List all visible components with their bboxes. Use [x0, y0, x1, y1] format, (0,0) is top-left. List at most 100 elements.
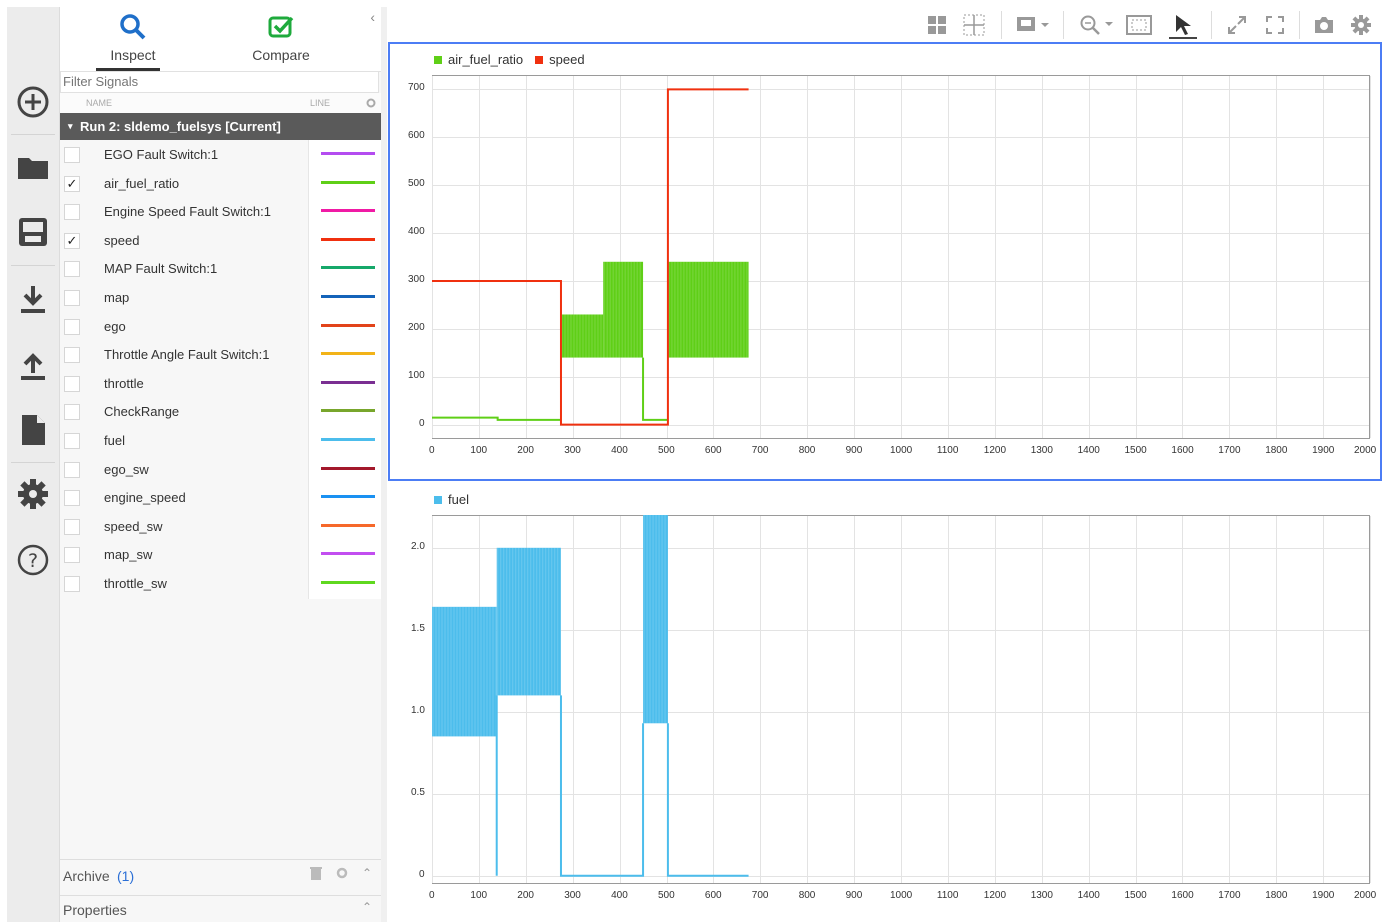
chevron-up-icon[interactable]: ⌃ — [362, 900, 372, 914]
signal-line-style[interactable] — [308, 368, 382, 399]
column-line-header[interactable]: LINE — [310, 93, 330, 113]
collapse-panel-button[interactable]: ‹ — [370, 9, 375, 25]
signal-line-style[interactable] — [308, 311, 382, 342]
snapshot-icon[interactable] — [1312, 13, 1336, 37]
signal-row[interactable]: ✓ speed — [60, 225, 382, 256]
signal-row[interactable]: fuel — [60, 425, 382, 456]
tab-inspect[interactable]: Inspect — [78, 11, 188, 71]
signal-row[interactable]: CheckRange — [60, 397, 382, 428]
signal-line-style[interactable] — [308, 197, 382, 228]
signal-name: Engine Speed Fault Switch:1 — [104, 204, 271, 220]
signal-checkbox[interactable] — [64, 404, 80, 421]
signal-name: throttle_sw — [104, 575, 167, 591]
series-line — [666, 723, 749, 877]
column-settings-icon[interactable] — [366, 93, 376, 115]
subplot-icon[interactable] — [962, 13, 986, 37]
signal-name: speed_sw — [104, 518, 163, 534]
trash-icon[interactable] — [310, 866, 322, 883]
signal-name: Throttle Angle Fault Switch:1 — [104, 347, 270, 363]
signal-row[interactable]: engine_speed — [60, 483, 382, 514]
signal-row[interactable]: map — [60, 282, 382, 313]
visualization-icon[interactable] — [1013, 13, 1053, 37]
top-plot[interactable]: air_fuel_ratio speed 0 100 200 300 400 500 600 70… — [392, 46, 1378, 477]
run-label: Run 2: sldemo_fuelsys [Current] — [80, 119, 281, 134]
svg-text:?: ? — [28, 550, 38, 572]
help-icon[interactable]: ? — [7, 535, 59, 585]
signal-line-style[interactable] — [308, 340, 382, 371]
signal-line-style[interactable] — [308, 540, 382, 571]
expand-icon[interactable] — [1225, 13, 1249, 37]
settings-icon[interactable] — [1349, 13, 1373, 37]
signal-row[interactable]: ✓ air_fuel_ratio — [60, 168, 382, 199]
signal-name: map — [104, 289, 130, 305]
signal-row[interactable]: map_sw — [60, 540, 382, 571]
signal-name: ego — [104, 318, 126, 334]
cursor-icon[interactable] — [1169, 13, 1197, 39]
signal-checkbox[interactable] — [64, 289, 80, 306]
signal-checkbox[interactable] — [64, 575, 80, 592]
signal-row[interactable]: ego — [60, 311, 382, 342]
signal-checkbox[interactable]: ✓ — [64, 175, 80, 192]
signal-row[interactable]: throttle_sw — [60, 568, 382, 599]
run-header[interactable]: ▾ Run 2: sldemo_fuelsys [Current] — [60, 113, 381, 140]
zoom-icon[interactable] — [1077, 13, 1117, 37]
signal-line-style[interactable] — [308, 140, 382, 170]
signal-checkbox[interactable] — [64, 432, 80, 449]
signal-line-style[interactable] — [308, 454, 382, 485]
signal-checkbox[interactable] — [64, 518, 80, 535]
signal-checkbox[interactable] — [64, 490, 80, 507]
fullscreen-icon[interactable] — [1263, 13, 1287, 37]
signal-row[interactable]: EGO Fault Switch:1 — [60, 140, 382, 170]
bottom-plot[interactable]: fuel 0 100 200 300 400 500 600 700 800 900 1000 1100… — [392, 486, 1378, 922]
tab-compare[interactable]: Compare — [226, 11, 336, 71]
archive-settings-icon[interactable] — [336, 866, 348, 882]
plot-lines — [432, 515, 749, 877]
signal-name: air_fuel_ratio — [104, 175, 180, 191]
signal-row[interactable]: ego_sw — [60, 454, 382, 485]
add-icon[interactable] — [7, 77, 59, 127]
signal-line-style[interactable] — [308, 225, 382, 256]
signal-checkbox[interactable] — [64, 347, 80, 364]
layout-grid-icon[interactable] — [925, 13, 949, 37]
folder-icon[interactable] — [7, 142, 59, 192]
signal-line-style[interactable] — [308, 282, 382, 313]
series-band — [560, 314, 604, 358]
archive-section[interactable]: Archive (1) ⌃ — [60, 859, 381, 892]
signal-name: EGO Fault Switch:1 — [104, 147, 219, 162]
signal-line-style[interactable] — [308, 483, 382, 514]
signal-checkbox[interactable] — [64, 261, 80, 278]
signal-row[interactable]: Throttle Angle Fault Switch:1 — [60, 340, 382, 371]
tab-inspect-label: Inspect — [110, 47, 156, 63]
fit-to-view-icon[interactable] — [1125, 13, 1153, 37]
signal-checkbox[interactable] — [64, 147, 80, 163]
signal-checkbox[interactable] — [64, 547, 80, 564]
signal-row[interactable]: speed_sw — [60, 511, 382, 542]
signal-row[interactable]: MAP Fault Switch:1 — [60, 254, 382, 285]
signal-checkbox[interactable] — [64, 204, 80, 221]
properties-section[interactable]: Properties ⌃ — [60, 895, 381, 923]
search-icon — [78, 11, 188, 43]
signal-line-style[interactable] — [308, 397, 382, 428]
signal-line-style[interactable] — [308, 168, 382, 199]
signal-line-style[interactable] — [308, 511, 382, 542]
signal-checkbox[interactable]: ✓ — [64, 232, 80, 249]
tab-compare-label: Compare — [252, 47, 310, 63]
signal-line-style[interactable] — [308, 568, 382, 599]
signal-row[interactable]: Engine Speed Fault Switch:1 — [60, 197, 382, 228]
signal-checkbox[interactable] — [64, 318, 80, 335]
signal-checkbox[interactable] — [64, 461, 80, 478]
chevron-up-icon[interactable]: ⌃ — [362, 866, 372, 880]
gear-icon[interactable] — [7, 469, 59, 519]
filter-signals-input[interactable] — [60, 71, 379, 93]
signal-line-style[interactable] — [308, 254, 382, 285]
download-icon[interactable] — [7, 275, 59, 325]
signal-row[interactable]: throttle — [60, 368, 382, 399]
chevron-down-icon[interactable]: ▾ — [68, 113, 73, 140]
signal-line-style[interactable] — [308, 425, 382, 456]
document-icon[interactable] — [7, 405, 59, 455]
properties-label: Properties — [63, 902, 127, 918]
signal-checkbox[interactable] — [64, 375, 80, 392]
upload-icon[interactable] — [7, 342, 59, 392]
column-name-header[interactable]: NAME — [86, 93, 112, 113]
save-icon[interactable] — [7, 207, 59, 257]
